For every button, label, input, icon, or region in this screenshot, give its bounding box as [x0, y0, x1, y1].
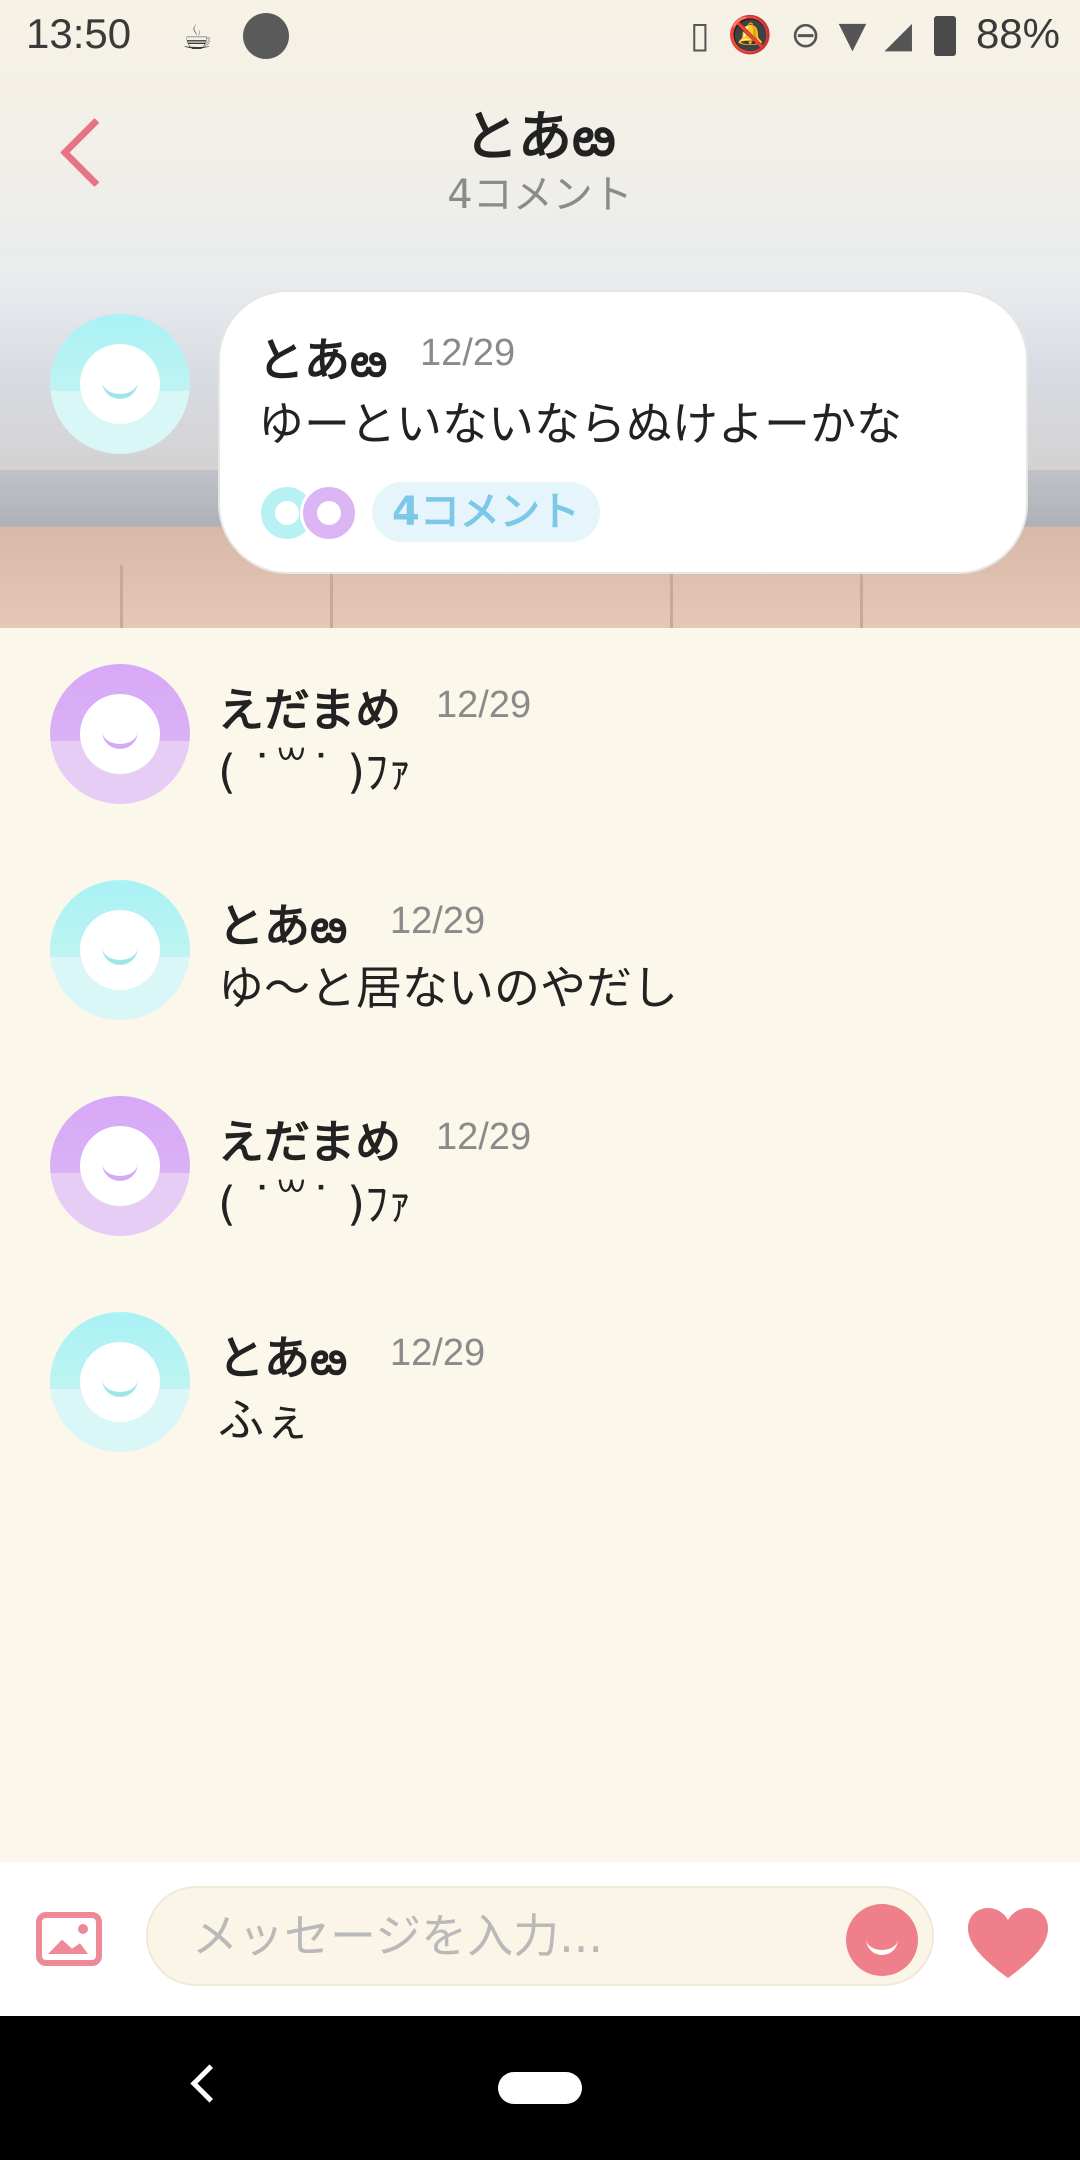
status-bar: 13:50 ☕ ▯🔕⊖▼◢ 88%	[0, 0, 1080, 72]
background-wall-line	[860, 565, 863, 628]
coffee-icon: ☕	[182, 18, 213, 58]
comment-message: ふぇ	[218, 1393, 310, 1447]
comment-date: 12/29	[390, 1332, 486, 1374]
comment-date: 12/29	[436, 1116, 532, 1158]
do-not-disturb-icon: ⊖	[790, 15, 839, 56]
navigation-bar	[0, 2016, 1080, 2160]
avatar[interactable]	[50, 1096, 190, 1236]
list-item: とあఴ 12/29 ゆ〜と居ないのやだし	[0, 880, 1080, 1080]
circle-icon	[243, 13, 289, 59]
avatar[interactable]	[50, 314, 190, 454]
avatar-face	[80, 1342, 160, 1422]
avatar[interactable]	[50, 1312, 190, 1452]
message-input-bar: メッセージを入力...	[0, 1862, 1080, 2016]
notifications-off-icon: 🔕	[727, 15, 791, 56]
status-time: 13:50	[26, 10, 132, 57]
avatar[interactable]	[50, 664, 190, 804]
comment-author: えだまめ	[218, 683, 402, 737]
list-item: えだまめ 12/29 ( ˙꒳˙ )ﾌｧ	[0, 664, 1080, 864]
comment-message: ( ˙꒳˙ )ﾌｧ	[218, 1177, 412, 1231]
post-bubble[interactable]: とあఴ 12/29 ゆーといないならぬけよーかな 4コメント	[218, 290, 1028, 574]
comment-date: 12/29	[436, 684, 532, 726]
comment-count: 4コメント	[447, 172, 633, 218]
battery-percent: 88%	[975, 10, 1060, 57]
post-message: ゆーといないならぬけよーかな	[258, 397, 902, 451]
background-wall-line	[330, 565, 333, 628]
nav-back-icon[interactable]	[190, 2064, 229, 2103]
message-input[interactable]: メッセージを入力...	[146, 1886, 934, 1986]
commenter-avatar	[300, 484, 358, 542]
avatar[interactable]	[50, 880, 190, 1020]
emoji-icon[interactable]	[846, 1904, 918, 1976]
heart-icon[interactable]	[968, 1908, 1048, 1980]
list-item: えだまめ 12/29 ( ˙꒳˙ )ﾌｧ	[0, 1096, 1080, 1296]
list-item: とあఴ 12/29 ふぇ	[0, 1312, 1080, 1512]
signal-icon: ◢	[884, 15, 930, 56]
background-wall-line	[670, 565, 673, 628]
comment-author: えだまめ	[218, 1115, 402, 1169]
avatar-face	[80, 344, 160, 424]
wifi-icon: ▼	[838, 15, 885, 56]
avatar-face	[80, 910, 160, 990]
nav-home-pill[interactable]	[498, 2072, 582, 2104]
comments-pill[interactable]: 4コメント	[372, 482, 600, 542]
post-date: 12/29	[420, 332, 516, 374]
image-icon[interactable]	[36, 1912, 102, 1966]
comment-date: 12/29	[390, 900, 486, 942]
avatar-face	[80, 694, 160, 774]
battery-icon	[934, 16, 956, 56]
nfc-icon: ▯	[689, 15, 728, 56]
background-wall-line	[120, 565, 123, 628]
comment-message: ゆ〜と居ないのやだし	[218, 961, 678, 1015]
avatar-face	[80, 1126, 160, 1206]
status-icons: ▯🔕⊖▼◢	[690, 14, 930, 56]
comment-message: ( ˙꒳˙ )ﾌｧ	[218, 745, 412, 799]
